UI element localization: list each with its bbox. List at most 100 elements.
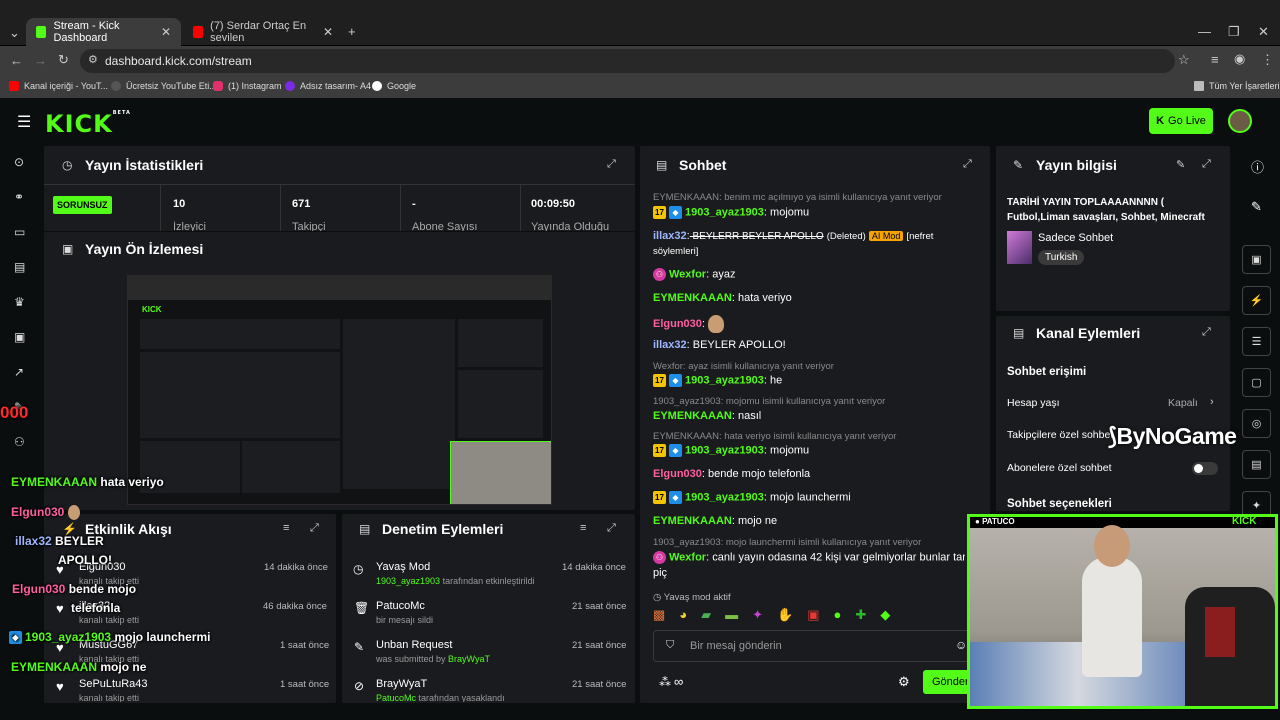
tab-search-icon[interactable]: ⌄	[9, 25, 20, 41]
emote-icon[interactable]: ✦	[752, 607, 763, 625]
forward-icon[interactable]: →	[34, 53, 47, 68]
browser-tab-bar: ⌄ Stream - Kick Dashboard ✕ (7) Serdar O…	[0, 0, 1280, 46]
expand-icon[interactable]: ⤢	[963, 158, 972, 171]
info-icon[interactable]: ⓘ	[1251, 157, 1264, 176]
chat-input[interactable]: ⛉ Bir mesaj gönderin ☺	[653, 630, 971, 662]
subs-only-toggle[interactable]	[1192, 462, 1218, 475]
instagram-icon	[213, 81, 223, 91]
avatar[interactable]	[1228, 109, 1252, 133]
chat-message: 17 ◆ 1903_ayaz1903: mojo launchermi	[653, 491, 851, 504]
analytics-icon[interactable]: ↗	[14, 365, 24, 379]
save-button[interactable]: ▤	[1242, 450, 1271, 479]
reload-icon[interactable]: ↻	[58, 52, 69, 68]
record-button[interactable]: ◎	[1242, 409, 1271, 438]
expand-icon[interactable]: ⤢	[310, 522, 319, 535]
clock-icon: ◷	[62, 158, 73, 172]
heart-icon: ♥	[56, 601, 64, 616]
mod-action-sub: 1903_ayaz1903 tarafından etkinleştirildi	[376, 576, 535, 586]
bookmark-item[interactable]: (1) Instagram	[213, 81, 282, 91]
close-tab-icon[interactable]: ✕	[323, 25, 333, 39]
video-panel-button[interactable]: ▣	[1242, 245, 1271, 274]
chat-username[interactable]: Wexfor	[669, 268, 706, 280]
address-bar[interactable]: ⚙ dashboard.kick.com/stream	[80, 49, 1175, 73]
preview-video[interactable]: KICK	[127, 275, 552, 505]
chat-username[interactable]: 1903_ayaz1903	[685, 374, 764, 386]
emote-icon[interactable]: ◆	[880, 607, 890, 625]
mod-user[interactable]: 1903_ayaz1903	[376, 576, 440, 586]
points-icon[interactable]: ⁂	[659, 675, 671, 689]
chat-text: hata veriyo	[734, 292, 792, 304]
chat-username[interactable]: Elgun030	[653, 318, 702, 330]
link-icon[interactable]: ⚭	[14, 190, 24, 204]
emote-icon[interactable]: ●	[834, 607, 842, 625]
chart-icon[interactable]: ▤	[14, 260, 25, 274]
maximize-icon[interactable]: ❐	[1228, 24, 1240, 40]
chevron-right-icon[interactable]: ›	[1210, 396, 1214, 408]
emote-icon[interactable]: ▬	[725, 607, 738, 625]
category-name[interactable]: Sadece Sohbet	[1038, 232, 1113, 244]
close-tab-icon[interactable]: ✕	[161, 25, 171, 39]
edit-icon[interactable]: ✎	[1176, 158, 1185, 171]
back-icon[interactable]: ←	[10, 53, 23, 68]
profile-icon[interactable]: ◉	[1234, 51, 1245, 67]
window-icon[interactable]: ▭	[14, 225, 25, 239]
chat-username[interactable]: 1903_ayaz1903	[685, 491, 764, 503]
emote-icon[interactable]: ▰	[701, 607, 711, 625]
all-bookmarks[interactable]: Tüm Yer İşaretleri	[1194, 81, 1280, 91]
kick-logo[interactable]: KICKBETA	[45, 110, 131, 138]
chat-button[interactable]: ▢	[1242, 368, 1271, 397]
chat-username[interactable]: EYMENKAAAN	[653, 410, 732, 422]
chat-username[interactable]: 1903_ayaz1903	[685, 206, 764, 218]
bookmark-item[interactable]: Adsız tasarım- A4	[285, 81, 371, 91]
bookmark-item[interactable]: Kanal içeriği - YouT...	[9, 81, 108, 91]
chat-username[interactable]: Wexfor	[669, 551, 706, 563]
stat-divider	[520, 184, 521, 231]
minimize-icon[interactable]: —	[1198, 24, 1211, 39]
tab-title: Stream - Kick Dashboard	[53, 20, 120, 44]
tab-kick-dashboard[interactable]: Stream - Kick Dashboard ✕	[26, 18, 181, 46]
chat-username[interactable]: illax32	[653, 339, 687, 351]
mod-user[interactable]: PatucoMc	[376, 693, 416, 702]
bookmark-star-icon[interactable]: ☆	[1178, 52, 1190, 68]
chat-username[interactable]: EYMENKAAAN	[653, 515, 732, 527]
expand-icon[interactable]: ⤢	[1202, 326, 1211, 339]
emote-icon[interactable]: ◕	[679, 607, 687, 625]
filter-icon[interactable]: ≡	[580, 522, 586, 534]
trophy-icon[interactable]: ♛	[14, 295, 25, 309]
tab-youtube[interactable]: (7) Serdar Ortaç En sevilen ✕	[183, 18, 343, 46]
stream-icon[interactable]: ⊙	[14, 155, 24, 169]
chat-username[interactable]: EYMENKAAAN	[653, 292, 732, 304]
list-button[interactable]: ☰	[1242, 327, 1271, 356]
mod-user[interactable]: BrayWyaT	[448, 654, 490, 664]
go-live-button[interactable]: K Go Live	[1149, 108, 1213, 134]
expand-icon[interactable]: ⤢	[607, 522, 616, 535]
bookmark-item[interactable]: Google	[372, 81, 416, 91]
users-icon[interactable]: ⚇	[14, 435, 25, 449]
edit-icon[interactable]: ✎	[1251, 199, 1262, 215]
emoji-icon[interactable]: ☺	[955, 638, 967, 652]
chat-username[interactable]: Elgun030	[653, 468, 702, 480]
bolt-button[interactable]: ⚡	[1242, 286, 1271, 315]
menu-icon[interactable]: ⋮	[1261, 52, 1274, 68]
expand-icon[interactable]: ⤢	[607, 158, 616, 171]
filter-icon[interactable]: ≡	[283, 522, 289, 534]
emote-icon[interactable]: ▣	[807, 607, 819, 625]
settings-icon[interactable]: ⚙	[898, 674, 910, 690]
expand-icon[interactable]: ⤢	[1202, 158, 1211, 171]
emote-icon[interactable]: ✋	[777, 607, 793, 625]
emote-icon[interactable]: ✚	[855, 607, 866, 625]
close-window-icon[interactable]: ✕	[1258, 24, 1269, 40]
verified-badge-icon: ◆	[669, 374, 682, 387]
chat-username[interactable]: illax32	[653, 230, 687, 242]
new-tab-icon[interactable]: +	[348, 24, 356, 39]
bookmark-item[interactable]: Ücretsiz YouTube Eti...	[111, 81, 217, 91]
hamburger-menu-icon[interactable]: ☰	[17, 112, 31, 132]
account-age-value[interactable]: Kapalı	[1168, 397, 1198, 409]
media-control-icon[interactable]: ≡	[1211, 52, 1219, 67]
video-icon[interactable]: ▣	[14, 330, 25, 344]
chat-username[interactable]: 1903_ayaz1903	[685, 444, 764, 456]
emote-icon[interactable]: ▩	[653, 607, 665, 625]
chat-message: illax32: BEYLERR BEYLER APOLLO (Deleted)…	[653, 230, 934, 242]
activity-name[interactable]: SePuLtuRa43	[79, 678, 148, 690]
site-info-icon[interactable]: ⚙	[88, 53, 98, 66]
